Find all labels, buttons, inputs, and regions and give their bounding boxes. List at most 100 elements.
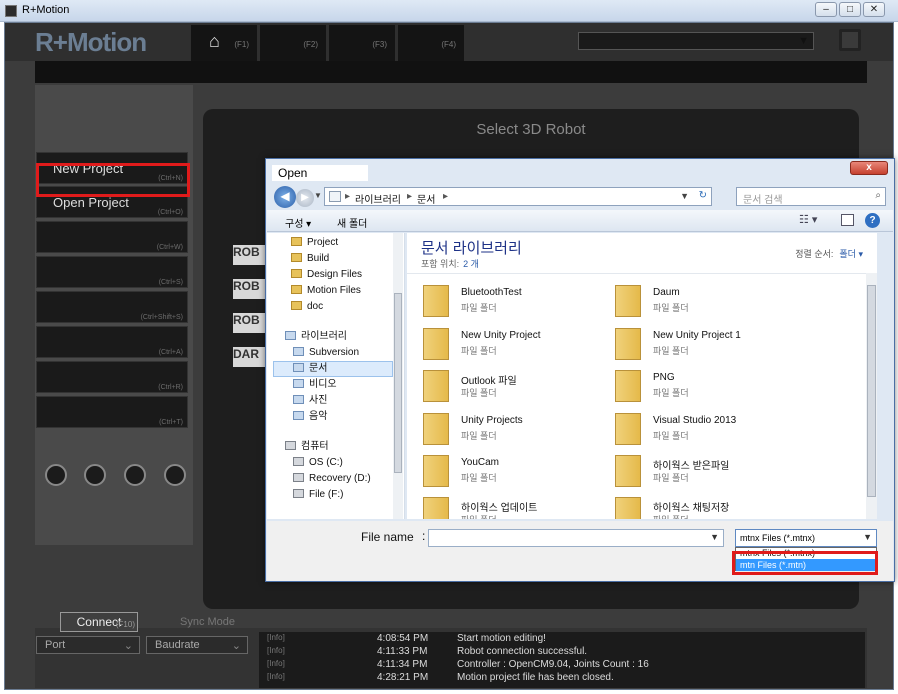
power-icon[interactable] xyxy=(164,464,186,486)
port-select[interactable]: Port ⌄ xyxy=(36,636,140,654)
tab-f3-label: (F3) xyxy=(372,40,387,49)
search-placeholder: 문서 검색 xyxy=(743,195,783,206)
list-item[interactable]: 하이웍스 업데이트파일 폴더 xyxy=(423,495,613,519)
back-arrow-icon[interactable]: ◀ xyxy=(274,186,296,208)
chevron-down-icon[interactable]: ▼ xyxy=(710,532,719,542)
nav-item-music[interactable]: 음악 xyxy=(293,409,327,425)
log-type: [Info] xyxy=(267,646,285,655)
new-folder-button[interactable]: 새 폴더 xyxy=(337,215,367,230)
drive-icon xyxy=(293,489,304,498)
nav-item-videos[interactable]: 비디오 xyxy=(293,377,337,393)
item-type: 파일 폴더 xyxy=(653,473,689,483)
menu-button[interactable]: (Ctrl+A) xyxy=(36,326,188,358)
organize-button[interactable]: 구성 ▾ xyxy=(285,215,311,230)
nav-item-doc[interactable]: doc xyxy=(291,299,323,315)
window-close-button[interactable]: ✕ xyxy=(863,2,885,17)
folder-icon xyxy=(423,285,449,317)
list-item[interactable]: 하이웍스 받은파일 파일 폴더 xyxy=(615,453,805,491)
item-name: 하이웍스 받은파일 xyxy=(653,461,730,472)
menu-button[interactable]: (Ctrl+W) xyxy=(36,221,188,253)
divider xyxy=(407,273,877,274)
forward-arrow-icon[interactable]: ▶ xyxy=(296,189,314,207)
file-name-input[interactable]: ▼ xyxy=(428,529,724,547)
refresh-icon[interactable] xyxy=(124,464,146,486)
sort-dropdown[interactable]: 폴더 ▾ xyxy=(839,249,863,259)
nav-label: OS (C:) xyxy=(309,457,343,468)
address-bar[interactable]: ▸ 라이브러리 ▸ 문서 ▸ ▼ ↻ xyxy=(324,187,712,206)
nav-item-motion-files[interactable]: Motion Files xyxy=(291,283,361,299)
nav-item-drive-d[interactable]: Recovery (D:) xyxy=(293,471,371,487)
preview-pane-icon[interactable] xyxy=(841,214,854,226)
item-name: BluetoothTest xyxy=(461,287,522,298)
connect-shortcut: (F10) xyxy=(115,620,135,629)
folder-icon xyxy=(291,301,302,310)
help-icon[interactable]: ? xyxy=(865,213,880,228)
address-dropdown-icon[interactable]: ▼ xyxy=(680,191,689,201)
baudrate-select[interactable]: Baudrate ⌄ xyxy=(146,636,248,654)
tab-f3[interactable]: (F3) xyxy=(329,25,395,61)
nav-scrollbar[interactable] xyxy=(393,233,403,519)
nav-label: Recovery (D:) xyxy=(309,473,371,484)
folder-icon xyxy=(615,413,641,445)
menu-button[interactable]: (Ctrl+S) xyxy=(36,256,188,288)
list-item[interactable]: New Unity Project 파일 폴더 xyxy=(423,326,613,364)
nav-item-documents[interactable]: 문서 xyxy=(293,361,327,377)
tab-f2[interactable]: (F2) xyxy=(260,25,326,61)
dialog-title: Open xyxy=(272,165,368,181)
breadcrumb-item[interactable]: 문서 xyxy=(417,191,435,206)
sync-mode-label[interactable]: Sync Mode xyxy=(180,616,235,628)
window-title: R+Motion xyxy=(22,4,70,16)
nav-item-design-files[interactable]: Design Files xyxy=(291,267,362,283)
breadcrumb-item[interactable]: 라이브러리 xyxy=(355,191,401,206)
nav-item-pictures[interactable]: 사진 xyxy=(293,393,327,409)
list-item[interactable]: BluetoothTest 파일 폴더 xyxy=(423,283,613,321)
highlight-outline xyxy=(732,551,878,575)
log-time: 4:08:54 PM xyxy=(377,633,429,644)
scrollbar-thumb[interactable] xyxy=(867,285,876,497)
view-options-icon[interactable]: ☷ ▾ xyxy=(799,213,817,226)
robot-combo[interactable]: ▼ xyxy=(578,32,814,50)
list-item[interactable]: 하이웍스 채팅저장파일 폴더 xyxy=(615,495,805,519)
file-type-select[interactable]: mtnx Files (*.mtnx) ▼ xyxy=(735,529,877,547)
nav-item-computer[interactable]: 컴퓨터 xyxy=(285,439,329,455)
menu-button[interactable]: (Ctrl+R) xyxy=(36,361,188,393)
maximize-button[interactable]: □ xyxy=(839,2,861,17)
menu-button[interactable]: (Ctrl+T) xyxy=(36,396,188,428)
library-count-link[interactable]: 2 개 xyxy=(463,259,479,269)
shortcut-label: (Ctrl+W) xyxy=(156,244,183,251)
file-type-selected: mtnx Files (*.mtnx) xyxy=(740,533,816,543)
log-message: Controller : OpenCM9.04, Joints Count : … xyxy=(457,659,649,670)
item-type: 파일 폴더 xyxy=(653,431,689,441)
tab-f1[interactable]: ⌂ (F1) xyxy=(191,25,257,61)
shortcut-label: (Ctrl+S) xyxy=(158,279,183,286)
list-item[interactable]: Unity Projects 파일 폴더 xyxy=(423,411,613,449)
tab-f4[interactable]: (F4) xyxy=(398,25,464,61)
nav-item-build[interactable]: Build xyxy=(291,251,329,267)
list-item[interactable]: Visual Studio 2013 파일 폴더 xyxy=(615,411,805,449)
save-icon[interactable] xyxy=(839,29,861,51)
list-item[interactable]: Daum 파일 폴더 xyxy=(615,283,805,321)
nav-item-drive-c[interactable]: OS (C:) xyxy=(293,455,343,471)
minimize-button[interactable]: – xyxy=(815,2,837,17)
gear-icon[interactable] xyxy=(45,464,67,486)
list-item[interactable]: YouCam 파일 폴더 xyxy=(423,453,613,491)
list-item[interactable]: PNG 파일 폴더 xyxy=(615,368,805,406)
refresh-icon[interactable]: ↻ xyxy=(699,190,707,201)
nav-item-drive-f[interactable]: File (F:) xyxy=(293,487,343,503)
history-dropdown-icon[interactable]: ▼ xyxy=(314,191,322,200)
nav-item-subversion[interactable]: Subversion xyxy=(293,345,359,361)
port-label: Port xyxy=(45,639,66,651)
tab-f2-label: (F2) xyxy=(303,40,318,49)
list-item[interactable]: Outlook 파일 파일 폴더 xyxy=(423,368,613,406)
file-list-scrollbar[interactable] xyxy=(866,273,877,519)
connect-button[interactable]: Connect (F10) xyxy=(60,612,138,632)
file-name-colon: : xyxy=(422,529,426,543)
nav-item-libraries[interactable]: 라이브러리 xyxy=(285,329,347,345)
scrollbar-thumb[interactable] xyxy=(394,293,402,473)
search-input[interactable]: 문서 검색 ⌕ xyxy=(736,187,886,206)
list-item[interactable]: New Unity Project 1 파일 폴더 xyxy=(615,326,805,364)
nav-item-project[interactable]: Project xyxy=(291,235,338,251)
menu-button[interactable]: (Ctrl+Shift+S) xyxy=(36,291,188,323)
dialog-close-button[interactable]: x xyxy=(850,161,888,175)
info-icon[interactable] xyxy=(84,464,106,486)
